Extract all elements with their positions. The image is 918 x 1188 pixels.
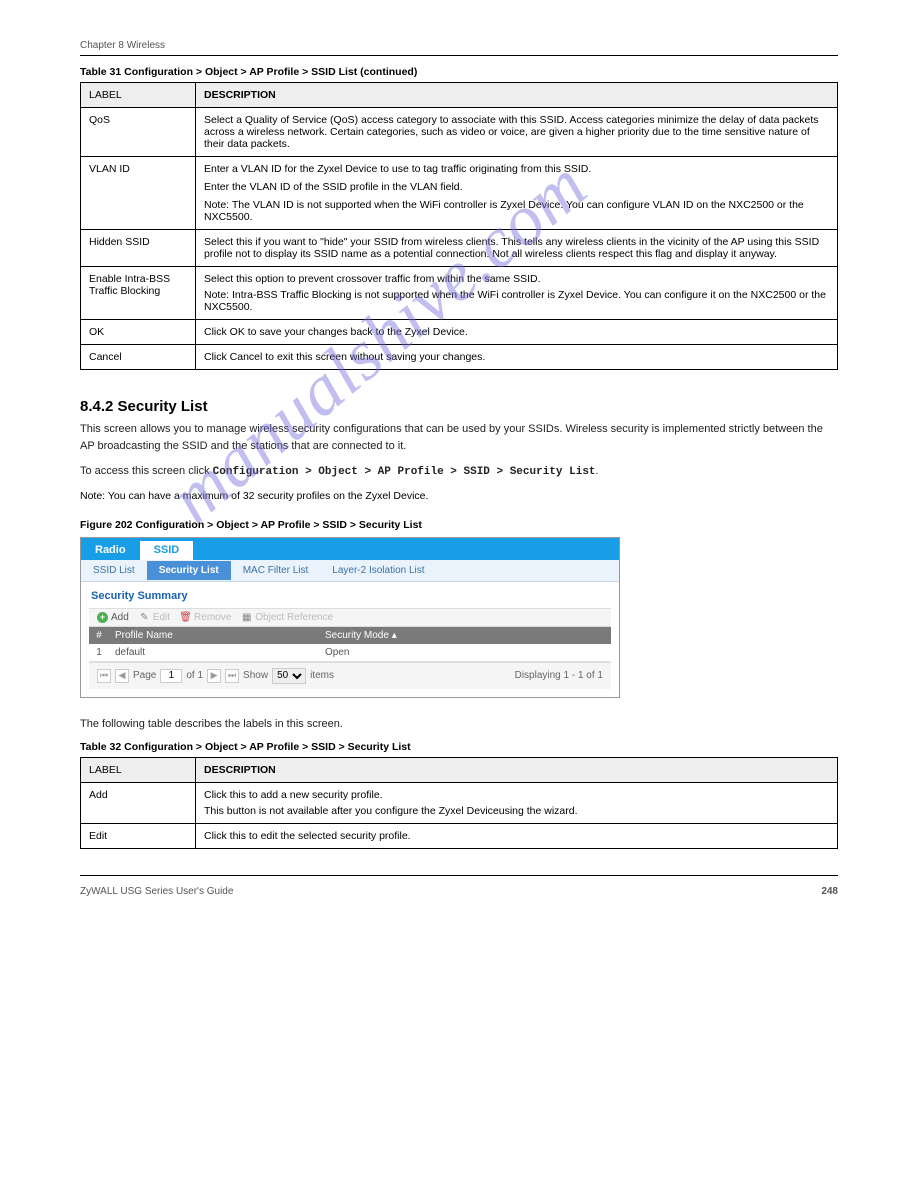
table-head-row: LABEL DESCRIPTION xyxy=(81,757,838,782)
footer: ZyWALL USG Series User's Guide 248 xyxy=(80,886,838,897)
header-divider xyxy=(80,55,838,56)
remove-button[interactable]: 🗑 Remove xyxy=(180,612,231,623)
grid-row[interactable]: 1 default Open xyxy=(89,644,611,662)
table31-caption: Table 31 Configuration > Object > AP Pro… xyxy=(80,66,838,78)
row-desc-line: Note: Intra-BSS Traffic Blocking is not … xyxy=(204,289,829,313)
table-row: Add Click this to add a new security pro… xyxy=(81,782,838,823)
row-desc: Click Cancel to exit this screen without… xyxy=(196,345,838,370)
col-security-mode[interactable]: Security Mode ▴ xyxy=(319,627,611,644)
tab-layer2-isolation-list[interactable]: Layer-2 Isolation List xyxy=(320,561,436,580)
row-label: QoS xyxy=(81,108,196,157)
table32-head-desc: DESCRIPTION xyxy=(196,757,838,782)
tab-mac-filter-list[interactable]: MAC Filter List xyxy=(231,561,321,580)
section-heading: 8.4.2 Security List xyxy=(80,398,838,415)
row-desc: Enter a VLAN ID for the Zyxel Device to … xyxy=(196,157,838,230)
cell-index: 1 xyxy=(89,644,109,661)
last-page-button[interactable]: ⏭ xyxy=(225,669,239,683)
table-row: Hidden SSID Select this if you want to "… xyxy=(81,230,838,267)
row-label: Hidden SSID xyxy=(81,230,196,267)
table-row: OK Click OK to save your changes back to… xyxy=(81,320,838,345)
section-paragraph: This screen allows you to manage wireles… xyxy=(80,421,838,455)
row-desc-line: Note: The VLAN ID is not supported when … xyxy=(204,199,829,223)
col-index[interactable]: # xyxy=(89,627,109,644)
next-page-button[interactable]: ▶ xyxy=(207,669,221,683)
cell-security-mode: Open xyxy=(319,644,611,661)
row-label: Edit xyxy=(81,823,196,848)
page-size-select[interactable]: 50 xyxy=(272,668,306,684)
table-row: VLAN ID Enter a VLAN ID for the Zyxel De… xyxy=(81,157,838,230)
first-page-button[interactable]: ⏮ xyxy=(97,669,111,683)
row-desc: Select this option to prevent crossover … xyxy=(196,267,838,320)
section-note: Note: You can have a maximum of 32 secur… xyxy=(80,489,838,505)
row-desc-line: Enter the VLAN ID of the SSID profile in… xyxy=(204,181,829,193)
edit-button[interactable]: ✎ Edit xyxy=(139,612,170,623)
row-desc-line: Select this option to prevent crossover … xyxy=(204,273,829,285)
row-label: Add xyxy=(81,782,196,823)
main-tabbar: Radio SSID xyxy=(81,538,619,560)
table31-head-label: LABEL xyxy=(81,83,196,108)
table-head-row: LABEL DESCRIPTION xyxy=(81,83,838,108)
page-label: Page xyxy=(133,670,156,681)
navnote-prefix: To access this screen click xyxy=(80,465,213,477)
row-desc-line: Click this to add a new security profile… xyxy=(204,789,829,801)
trash-icon: 🗑 xyxy=(180,612,191,623)
reference-icon: ▦ xyxy=(241,612,252,623)
pager-status: Displaying 1 - 1 of 1 xyxy=(515,670,603,681)
table31: LABEL DESCRIPTION QoS Select a Quality o… xyxy=(80,82,838,370)
col-profile-name[interactable]: Profile Name xyxy=(109,627,319,644)
reference-label: Object Reference xyxy=(255,612,333,623)
security-summary-heading: Security Summary xyxy=(81,582,619,608)
table32-head-label: LABEL xyxy=(81,757,196,782)
tab-security-list[interactable]: Security List xyxy=(147,561,231,580)
table-row: Enable Intra-BSS Traffic Blocking Select… xyxy=(81,267,838,320)
pencil-icon: ✎ xyxy=(139,612,150,623)
row-label: Cancel xyxy=(81,345,196,370)
table32: LABEL DESCRIPTION Add Click this to add … xyxy=(80,757,838,849)
figure-caption: Figure 202 Configuration > Object > AP P… xyxy=(80,519,838,531)
items-label: items xyxy=(310,670,334,681)
tab-ssid-list[interactable]: SSID List xyxy=(81,561,147,580)
row-desc: Click this to add a new security profile… xyxy=(196,782,838,823)
page-input[interactable] xyxy=(160,669,182,683)
table-row: Edit Click this to edit the selected sec… xyxy=(81,823,838,848)
screenshot-panel: Radio SSID SSID List Security List MAC F… xyxy=(80,537,620,698)
footer-divider xyxy=(80,875,838,876)
row-desc-line: Enter a VLAN ID for the Zyxel Device to … xyxy=(204,163,829,175)
row-desc: Click OK to save your changes back to th… xyxy=(196,320,838,345)
plus-icon: + xyxy=(97,612,108,623)
show-label: Show xyxy=(243,670,268,681)
footer-product: ZyWALL USG Series User's Guide xyxy=(80,886,233,897)
page-chapter: Chapter 8 Wireless xyxy=(80,40,838,51)
row-label: OK xyxy=(81,320,196,345)
navnote-path: Configuration > Object > AP Profile > SS… xyxy=(213,466,596,478)
tab-radio[interactable]: Radio xyxy=(81,541,140,560)
sub-tabbar: SSID List Security List MAC Filter List … xyxy=(81,560,619,582)
prev-page-button[interactable]: ◀ xyxy=(115,669,129,683)
row-desc: Select this if you want to "hide" your S… xyxy=(196,230,838,267)
toolbar: + Add ✎ Edit 🗑 Remove ▦ Object Reference xyxy=(89,608,611,627)
pager: ⏮ ◀ Page of 1 ▶ ⏭ Show 50 items Displayi… xyxy=(89,662,611,689)
section-navnote: To access this screen click Configuratio… xyxy=(80,463,838,481)
add-button[interactable]: + Add xyxy=(97,612,129,623)
row-desc-line: This button is not available after you c… xyxy=(204,805,829,817)
row-label: VLAN ID xyxy=(81,157,196,230)
row-desc: Click this to edit the selected security… xyxy=(196,823,838,848)
grid-header: # Profile Name Security Mode ▴ xyxy=(89,627,611,644)
table-row: QoS Select a Quality of Service (QoS) ac… xyxy=(81,108,838,157)
page-of-label: of 1 xyxy=(186,670,203,681)
table-row: Cancel Click Cancel to exit this screen … xyxy=(81,345,838,370)
edit-label: Edit xyxy=(153,612,170,623)
object-reference-button[interactable]: ▦ Object Reference xyxy=(241,612,333,623)
table32-intro: The following table describes the labels… xyxy=(80,716,838,733)
row-label: Enable Intra-BSS Traffic Blocking xyxy=(81,267,196,320)
table32-caption: Table 32 Configuration > Object > AP Pro… xyxy=(80,741,838,753)
footer-page: 248 xyxy=(821,886,838,897)
cell-profile-name: default xyxy=(109,644,319,661)
tab-ssid[interactable]: SSID xyxy=(140,541,194,560)
row-desc: Select a Quality of Service (QoS) access… xyxy=(196,108,838,157)
table31-head-desc: DESCRIPTION xyxy=(196,83,838,108)
add-label: Add xyxy=(111,612,129,623)
remove-label: Remove xyxy=(194,612,231,623)
